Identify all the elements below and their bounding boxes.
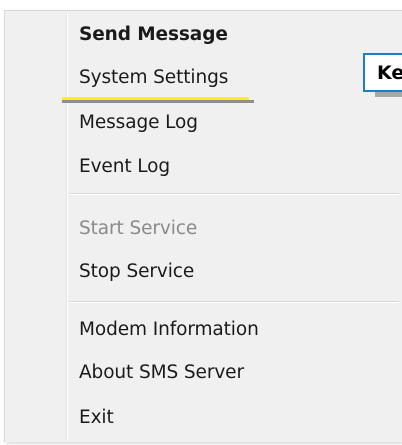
menu-item-about-sms-server[interactable]: About SMS Server [68,357,402,387]
annotation-callout: Ke [363,53,402,92]
highlight-underline-shadow [62,100,254,103]
callout-text: Ke [377,61,402,84]
menu-item-stop-service[interactable]: Stop Service [68,256,402,286]
menu-icon-gutter [5,11,64,442]
menu-separator [69,301,399,303]
tray-context-menu: Send Message System Settings Message Log… [4,10,402,442]
highlight-underline [62,97,249,100]
callout-shadow [375,92,402,97]
menu-item-modem-information[interactable]: Modem Information [68,314,402,344]
menu-item-send-message[interactable]: Send Message [68,19,402,49]
menu-item-start-service: Start Service [79,217,198,239]
menu-item-system-settings[interactable]: System Settings [68,62,402,92]
menu-item-event-log[interactable]: Event Log [68,151,402,181]
screenshot-stage: Send Message System Settings Message Log… [0,0,402,445]
menu-item-message-log[interactable]: Message Log [68,107,402,137]
menu-item-exit[interactable]: Exit [68,402,402,432]
menu-separator [69,193,399,195]
